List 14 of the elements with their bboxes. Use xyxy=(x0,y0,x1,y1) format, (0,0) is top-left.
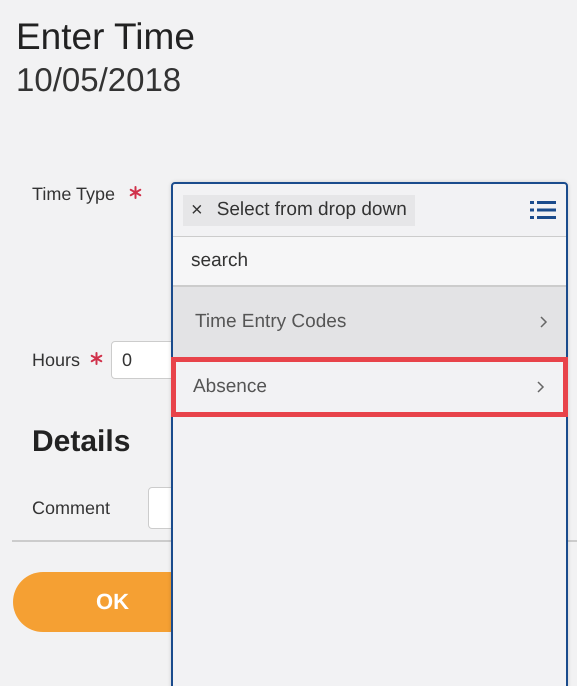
menu-item[interactable]: Absence xyxy=(171,357,568,417)
field-label: Hours xyxy=(32,350,80,370)
chevron-right-icon xyxy=(537,381,545,393)
field-label: Comment xyxy=(32,498,110,518)
date-text: 10/05/2018 xyxy=(16,60,182,100)
section-heading: Details xyxy=(32,424,132,460)
field-label: Time Type xyxy=(32,184,116,204)
page-title: Enter Time xyxy=(16,15,196,59)
selection-chip[interactable]: × Select from drop down xyxy=(183,194,415,226)
menu-item[interactable]: Time Entry Codes xyxy=(173,287,566,357)
list-icon[interactable] xyxy=(530,199,556,221)
close-icon[interactable]: × xyxy=(191,198,203,222)
search-field[interactable]: search xyxy=(173,237,566,287)
chevron-right-icon xyxy=(540,316,548,328)
